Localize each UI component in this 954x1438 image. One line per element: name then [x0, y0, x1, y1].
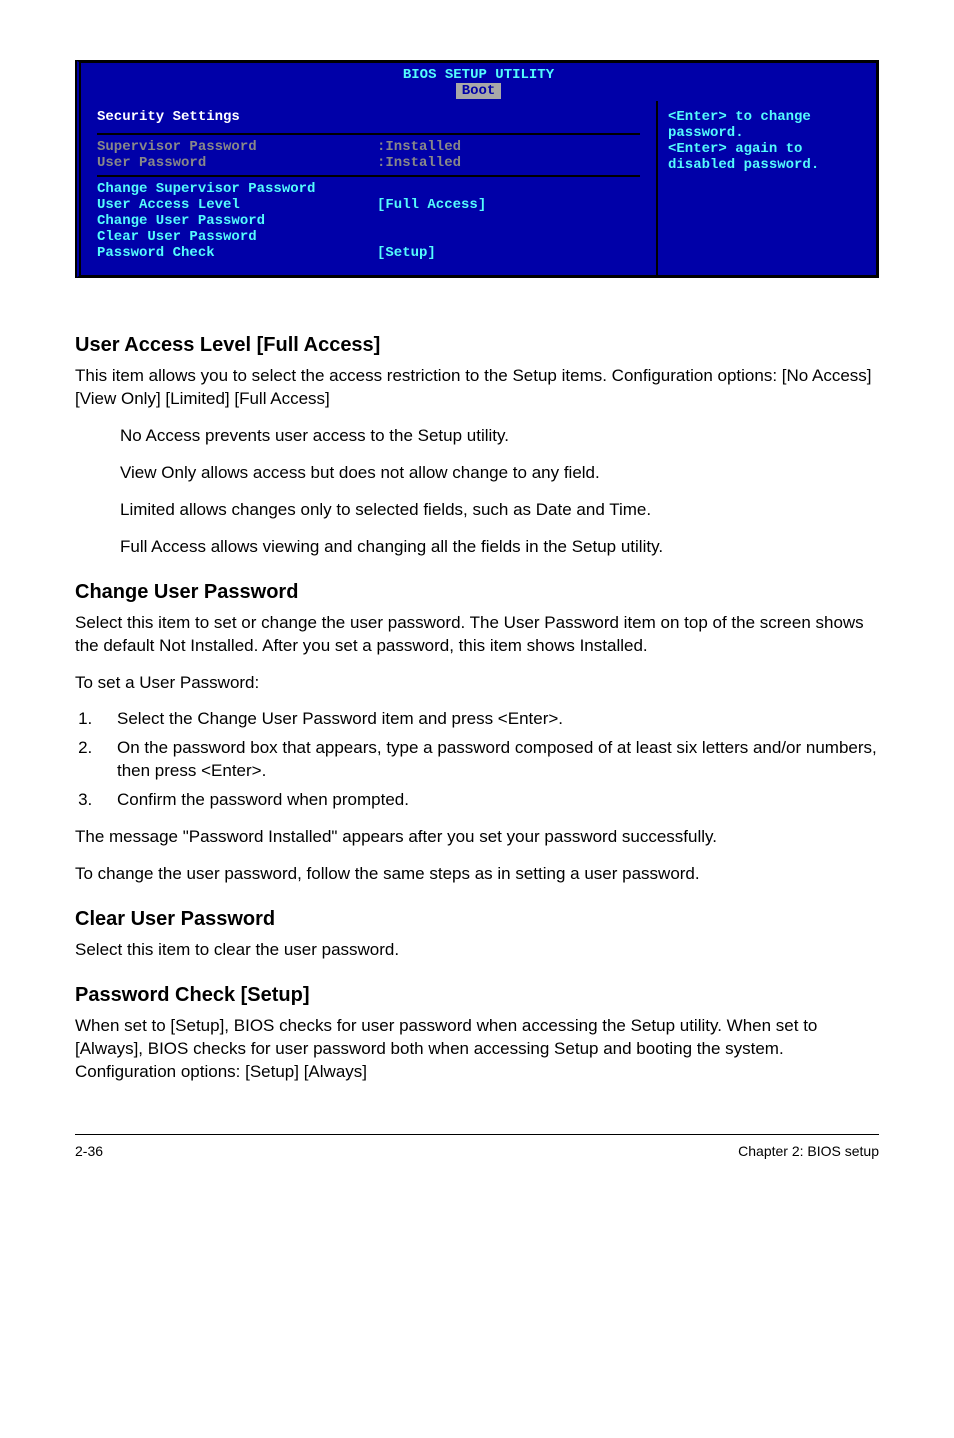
heading-change-user: Change User Password [75, 581, 879, 604]
step-3: Confirm the password when prompted. [97, 789, 879, 812]
user-access-options: No Access prevents user access to the Se… [75, 425, 879, 559]
bios-help-text-2: <Enter> again to disabled password. [668, 141, 866, 173]
bios-tab-boot: Boot [456, 83, 502, 99]
text-password-installed: The message "Password Installed" appears… [75, 826, 879, 849]
supervisor-password-label: Supervisor Password [97, 139, 377, 155]
bios-section-title: Security Settings [97, 109, 640, 129]
supervisor-password-value: :Installed [377, 139, 640, 155]
text-password-check: When set to [Setup], BIOS checks for use… [75, 1015, 879, 1084]
text-full-access: Full Access allows viewing and changing … [120, 536, 879, 559]
chapter-label: Chapter 2: BIOS setup [738, 1143, 879, 1159]
text-change-password-note: To change the user password, follow the … [75, 863, 879, 886]
password-check-value: [Setup] [377, 245, 640, 261]
text-limited: Limited allows changes only to selected … [120, 499, 879, 522]
password-check-label: Password Check [97, 245, 377, 261]
text-view-only: View Only allows access but does not all… [120, 462, 879, 485]
step-1: Select the Change User Password item and… [97, 708, 879, 731]
section-password-check: Password Check [Setup] When set to [Setu… [75, 984, 879, 1084]
text-user-access-intro: This item allows you to select the acces… [75, 365, 879, 411]
bios-screenshot: BIOS SETUP UTILITY Boot Security Setting… [75, 60, 879, 334]
text-no-access: No Access prevents user access to the Se… [120, 425, 879, 448]
user-access-value: [Full Access] [377, 197, 640, 213]
heading-user-access: User Access Level [Full Access] [75, 334, 879, 357]
bios-row-user: User Password :Installed [97, 155, 640, 171]
bios-row-user-access: User Access Level [Full Access] [97, 197, 640, 213]
text-clear-user: Select this item to clear the user passw… [75, 939, 879, 962]
section-change-user-password: Change User Password Select this item to… [75, 581, 879, 886]
step-2: On the password box that appears, type a… [97, 737, 879, 783]
text-change-user-intro: Select this item to set or change the us… [75, 612, 879, 658]
heading-clear-user: Clear User Password [75, 908, 879, 931]
change-supervisor-label: Change Supervisor Password [97, 181, 377, 197]
bios-row-clear-user: Clear User Password [97, 229, 640, 245]
page-footer: 2-36 Chapter 2: BIOS setup [75, 1134, 879, 1159]
bios-row-change-supervisor: Change Supervisor Password [97, 181, 640, 197]
bios-row-change-user: Change User Password [97, 213, 640, 229]
heading-password-check: Password Check [Setup] [75, 984, 879, 1007]
bios-row-supervisor: Supervisor Password :Installed [97, 139, 640, 155]
bios-left-panel: Security Settings Supervisor Password :I… [81, 101, 656, 275]
bios-title: BIOS SETUP UTILITY [81, 63, 876, 83]
set-password-steps: Select the Change User Password item and… [75, 708, 879, 812]
user-access-label: User Access Level [97, 197, 377, 213]
page-number: 2-36 [75, 1143, 103, 1159]
bios-divider [97, 133, 640, 135]
section-user-access-level: User Access Level [Full Access] This ite… [75, 334, 879, 559]
bios-divider [97, 175, 640, 177]
text-set-user-password: To set a User Password: [75, 672, 879, 695]
user-password-label: User Password [97, 155, 377, 171]
bios-row-password-check: Password Check [Setup] [97, 245, 640, 261]
bios-body: Security Settings Supervisor Password :I… [81, 101, 876, 275]
bios-window: BIOS SETUP UTILITY Boot Security Setting… [75, 60, 879, 278]
bios-fade-curve [75, 316, 879, 334]
clear-user-label: Clear User Password [97, 229, 377, 245]
user-password-value: :Installed [377, 155, 640, 171]
bios-help-panel: <Enter> to change password. <Enter> agai… [656, 101, 876, 275]
change-user-label: Change User Password [97, 213, 377, 229]
bios-tab-row: Boot [81, 83, 876, 101]
section-clear-user-password: Clear User Password Select this item to … [75, 908, 879, 962]
bios-help-text-1: <Enter> to change password. [668, 109, 866, 141]
